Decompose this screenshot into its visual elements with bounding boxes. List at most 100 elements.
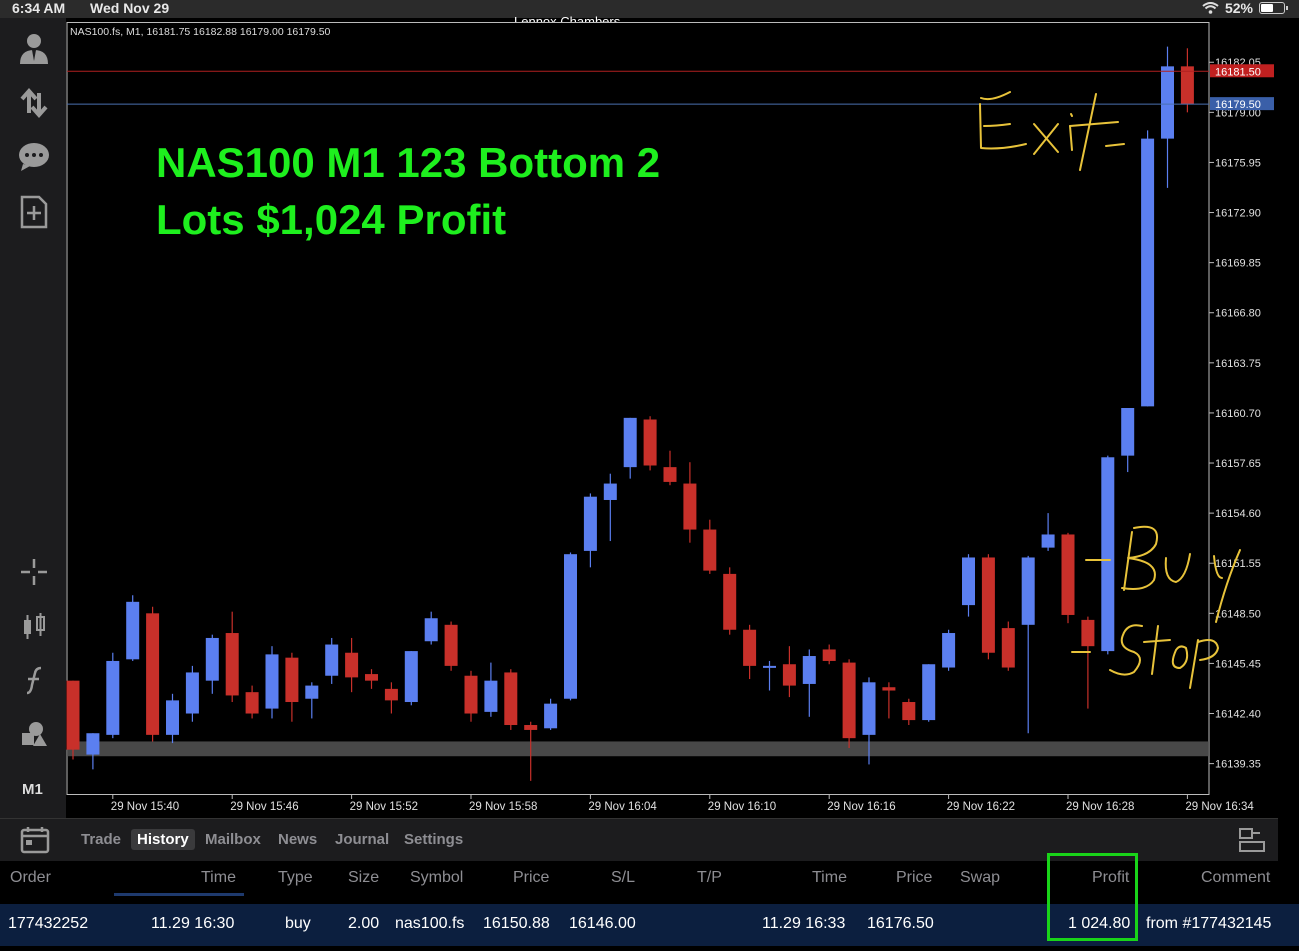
time-tick-label: 29 Nov 16:34 [1185, 801, 1254, 813]
candle-body [66, 680, 80, 750]
col-size[interactable]: Size [348, 869, 379, 887]
ohlc-header: NAS100.fs, M1, 16181.75 16182.88 16179.0… [70, 26, 331, 38]
candle-body [86, 733, 100, 755]
price-tick-label: 16145.45 [1215, 658, 1261, 670]
candle-body [802, 656, 816, 684]
candle-body [205, 637, 219, 681]
cell-type: buy [285, 915, 311, 932]
price-tick-label: 16166.80 [1215, 308, 1261, 320]
candle-body [1141, 138, 1155, 407]
trade-arrows-icon[interactable] [14, 82, 54, 122]
col-symbol[interactable]: Symbol [410, 869, 463, 887]
candle-body [981, 557, 995, 653]
candle-body [245, 692, 259, 714]
candle-body [1081, 619, 1095, 647]
col-open-time[interactable]: Time [201, 869, 236, 887]
annotation-stroke [1189, 639, 1219, 689]
chat-icon[interactable] [14, 136, 54, 176]
chart-toolbar: M1 [0, 18, 66, 818]
candle-body [285, 657, 299, 703]
status-indicators: 52% [1202, 0, 1288, 16]
tab-history[interactable]: History [131, 829, 195, 850]
time-tick-label: 29 Nov 15:52 [350, 801, 418, 813]
support-zone [67, 741, 1209, 757]
tab-settings[interactable]: Settings [398, 829, 469, 850]
price-chart[interactable]: 16182.05 16179.00 16175.95 16172.90 16169.85… [66, 22, 1278, 818]
col-swap[interactable]: Swap [960, 869, 1000, 887]
time-tick-label: 29 Nov 16:28 [1066, 801, 1134, 813]
time-tick-label: 29 Nov 16:22 [947, 801, 1015, 813]
time-tick-label: 29 Nov 16:10 [708, 801, 776, 813]
annotation-stroke [1085, 525, 1158, 591]
col-open-price[interactable]: Price [513, 869, 549, 887]
cell-open-time: 11.29 16:30 [151, 915, 235, 932]
candle-body [962, 557, 975, 606]
candle-body [1180, 66, 1194, 105]
cell-close-time: 11.29 16:33 [762, 915, 846, 932]
col-close-price[interactable]: Price [896, 869, 932, 887]
battery-percent: 52% [1224, 0, 1253, 16]
chart-type-icon[interactable] [14, 606, 54, 646]
crosshair-icon[interactable] [14, 552, 54, 592]
calendar-icon[interactable] [20, 826, 50, 854]
candle-body [404, 651, 418, 703]
candle-body [902, 702, 916, 721]
tab-mailbox[interactable]: Mailbox [199, 829, 267, 850]
candle-body [185, 672, 199, 714]
candle-body [842, 662, 856, 739]
annotation-stroke [1069, 113, 1073, 151]
tab-trade[interactable]: Trade [75, 829, 127, 850]
candle-body [922, 664, 936, 721]
annotation-stroke [1033, 123, 1059, 155]
chart-headline: NAS100 M1 123 Bottom 2 Lots $1,024 Profi… [156, 134, 660, 248]
candle-body [862, 682, 876, 735]
candle-body [1161, 66, 1174, 139]
col-order[interactable]: Order [10, 869, 51, 887]
col-sl[interactable]: S/L [611, 869, 635, 887]
price-tick-label: 16172.90 [1215, 208, 1261, 220]
candle-body [126, 601, 140, 660]
candle-body [345, 652, 359, 678]
price-tick-label: 16169.85 [1215, 258, 1261, 270]
status-date: Wed Nov 29 [90, 0, 170, 16]
price-tick-label: 16154.60 [1215, 508, 1261, 520]
price-tick-label: 16151.55 [1215, 558, 1261, 570]
candle-body [1101, 457, 1115, 652]
timeframe-label[interactable]: M1 [22, 781, 43, 798]
candle-body [1041, 534, 1055, 548]
col-tp[interactable]: T/P [697, 869, 722, 887]
candle-body [504, 672, 518, 726]
time-tick-label: 29 Nov 15:40 [111, 801, 179, 813]
layout-toggle-icon[interactable] [1238, 827, 1266, 853]
candle-body [1121, 408, 1135, 456]
candle-body [603, 483, 617, 500]
candle-body [1061, 534, 1075, 615]
candle-body [106, 660, 120, 735]
candle-body [524, 725, 538, 730]
indicator-icon[interactable] [14, 660, 54, 700]
account-icon[interactable] [14, 28, 54, 68]
profit-highlight-box [1047, 853, 1138, 941]
new-document-icon[interactable] [14, 192, 54, 232]
candle-body [882, 687, 896, 691]
bid-price-badge-label: 16179.50 [1215, 99, 1261, 111]
candle-body [1001, 628, 1015, 668]
candle-body [643, 419, 657, 466]
candle-body [743, 629, 757, 666]
price-tick-label: 16148.50 [1215, 608, 1261, 620]
candle-body [663, 467, 677, 482]
cell-size: 2.00 [348, 915, 380, 932]
col-comment[interactable]: Comment [1201, 869, 1270, 887]
ask-price-badge-label: 16181.50 [1215, 66, 1261, 78]
candle-body [424, 618, 438, 642]
candle-body [146, 613, 160, 735]
candle-body [325, 644, 339, 676]
wifi-icon [1202, 2, 1219, 14]
candle-body [703, 529, 717, 571]
objects-icon[interactable] [14, 714, 54, 754]
tab-journal[interactable]: Journal [329, 829, 395, 850]
col-type[interactable]: Type [278, 869, 313, 887]
tab-news[interactable]: News [272, 829, 323, 850]
col-close-time[interactable]: Time [812, 869, 847, 887]
candle-body [365, 674, 378, 681]
